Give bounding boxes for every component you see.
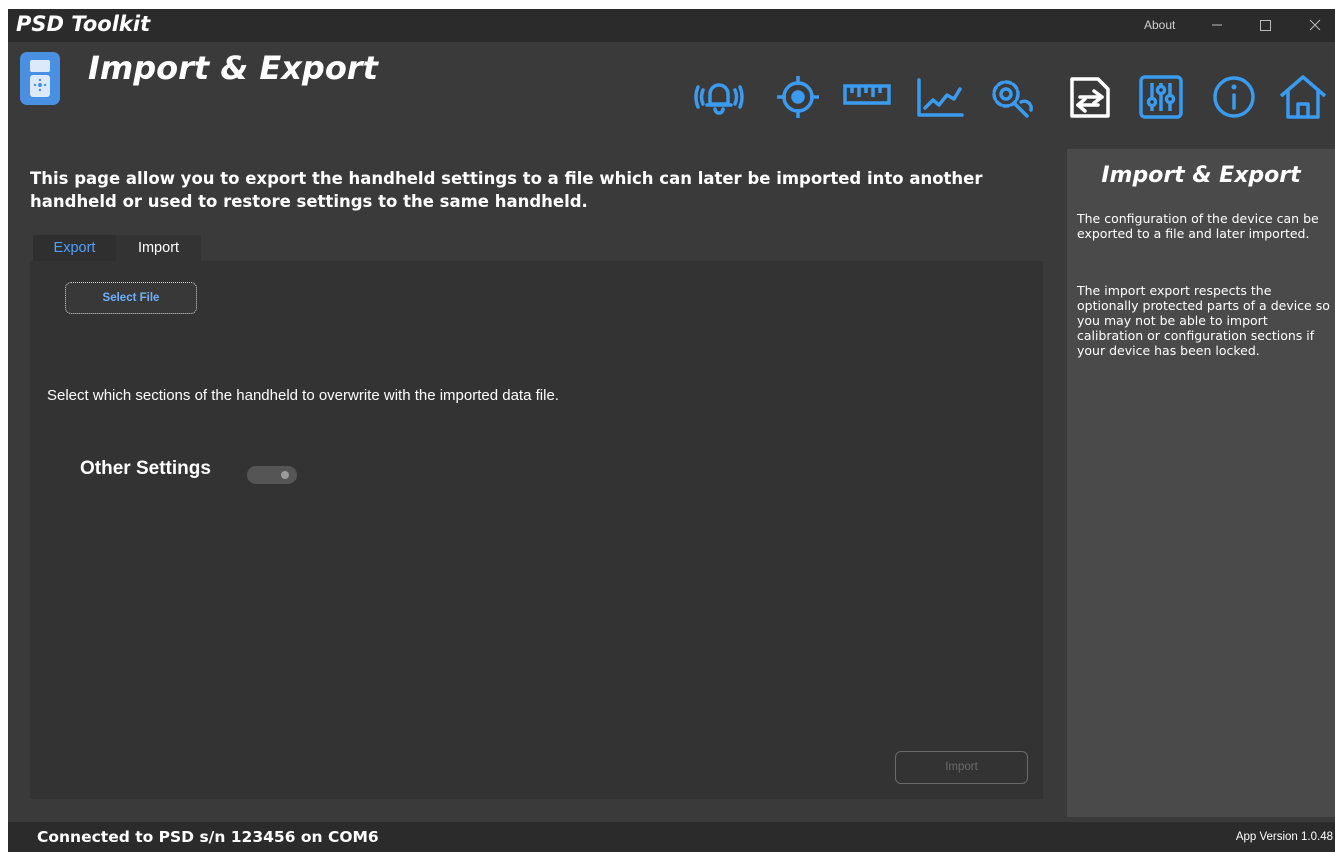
connection-status: Connected to PSD s/n 123456 on COM6	[37, 828, 379, 846]
help-paragraph: The configuration of the device can be e…	[1077, 211, 1319, 241]
alarm-bell-icon[interactable]	[694, 72, 744, 122]
info-icon[interactable]	[1209, 72, 1259, 122]
other-settings-toggle[interactable]	[247, 466, 297, 484]
toggle-knob	[281, 471, 289, 479]
import-button[interactable]: Import	[895, 751, 1028, 784]
intro-text: This page allow you to export the handhe…	[30, 169, 983, 211]
close-icon[interactable]	[1302, 13, 1328, 37]
line-chart-icon[interactable]	[914, 72, 964, 122]
sections-instruction: Select which sections of the handheld to…	[47, 387, 559, 404]
app-window: PSD Toolkit About Import & Export This p…	[8, 9, 1335, 852]
app-version: App Version 1.0.48	[1235, 831, 1333, 843]
home-icon[interactable]	[1278, 72, 1328, 122]
minimize-icon[interactable]	[1204, 13, 1230, 37]
select-file-button[interactable]: Select File	[65, 282, 197, 314]
handheld-device-icon	[20, 52, 60, 105]
tab-import[interactable]: Import	[116, 235, 201, 261]
help-paragraph: The import export respects the optionall…	[1077, 283, 1330, 358]
help-panel: Import & Export The configuration of the…	[1067, 149, 1335, 817]
help-title: Import & Export	[1101, 163, 1301, 188]
app-title: PSD Toolkit	[16, 12, 151, 36]
status-bar: Connected to PSD s/n 123456 on COM6 App …	[8, 822, 1335, 852]
ruler-icon[interactable]	[841, 72, 891, 122]
import-panel: Select File Select which sections of the…	[30, 261, 1043, 799]
maximize-icon[interactable]	[1252, 13, 1278, 37]
settings-wrench-icon[interactable]	[985, 72, 1035, 122]
title-bar: PSD Toolkit About	[8, 9, 1335, 42]
other-settings-label: Other Settings	[80, 458, 211, 479]
target-crosshair-icon[interactable]	[773, 72, 823, 122]
page-title: Import & Export	[88, 49, 378, 87]
sliders-icon[interactable]	[1137, 72, 1187, 122]
tab-export[interactable]: Export	[33, 235, 116, 261]
import-export-icon[interactable]	[1064, 72, 1114, 122]
about-link[interactable]: About	[1144, 18, 1175, 32]
